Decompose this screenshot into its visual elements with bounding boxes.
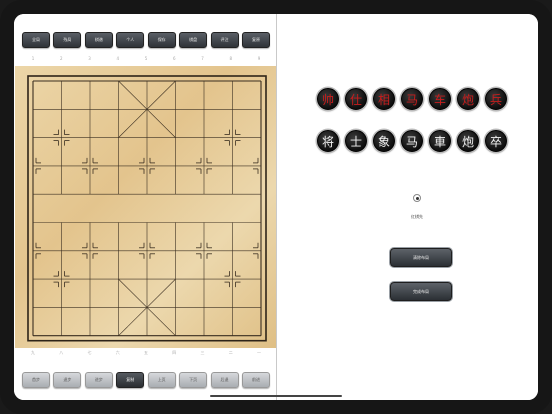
nav-button-forward[interactable]: 进步 — [84, 372, 113, 388]
coord-label: 2 — [59, 56, 63, 61]
board-grid — [27, 75, 267, 342]
toolbar-button-global[interactable]: 全局 — [22, 32, 50, 48]
coord-label: 四 — [172, 350, 177, 355]
black-piece-soldier[interactable]: 卒 — [485, 130, 507, 152]
file-coordinates-top: 1 2 3 4 5 6 7 8 9 — [22, 56, 270, 64]
nav-button-redo[interactable]: 前进 — [241, 372, 270, 388]
board-panel: 全局 残局 棋谱 个人 保存 棋盘 评注 复原 1 2 3 4 5 6 7 8 … — [14, 14, 276, 400]
coord-label: 二 — [228, 350, 233, 355]
toolbar-button-endgame[interactable]: 残局 — [53, 32, 82, 48]
coord-label: 7 — [201, 56, 204, 61]
coord-label: 七 — [87, 350, 92, 355]
red-piece-king[interactable]: 帅 — [317, 88, 339, 110]
first-move-radio[interactable] — [413, 194, 421, 202]
coord-label: 9 — [257, 56, 261, 61]
coord-label: 1 — [31, 56, 35, 61]
nav-button-undo[interactable]: 后退 — [210, 372, 239, 388]
nav-button-next-page[interactable]: 下页 — [179, 372, 208, 388]
black-piece-general[interactable]: 将 — [317, 130, 339, 152]
red-piece-soldier[interactable]: 兵 — [485, 88, 507, 110]
coord-label: 九 — [31, 350, 35, 355]
xiangqi-board[interactable] — [15, 66, 276, 348]
red-piece-advisor[interactable]: 仕 — [345, 88, 367, 110]
coord-label: 5 — [144, 56, 148, 61]
first-move-label: 红棋先 — [411, 214, 423, 219]
black-piece-cannon[interactable]: 炮 — [457, 130, 479, 152]
black-piece-chariot[interactable]: 車 — [429, 130, 451, 152]
coord-label: 6 — [172, 56, 176, 61]
red-piece-elephant[interactable]: 相 — [373, 88, 395, 110]
nav-button-copy[interactable]: 复制 — [116, 372, 145, 388]
black-piece-elephant[interactable]: 象 — [373, 130, 395, 152]
nav-button-prev-page[interactable]: 上页 — [147, 372, 176, 388]
toolbar-button-save[interactable]: 保存 — [147, 32, 176, 48]
red-piece-chariot[interactable]: 车 — [429, 88, 451, 110]
toolbar-button-records[interactable]: 棋谱 — [84, 32, 113, 48]
app-screen: 全局 残局 棋谱 个人 保存 棋盘 评注 复原 1 2 3 4 5 6 7 8 … — [14, 14, 538, 400]
coord-label: 4 — [116, 56, 120, 61]
bottom-toolbar: 首步 退步 进步 复制 上页 下页 后退 前进 — [22, 370, 270, 388]
coord-label: 六 — [115, 350, 120, 355]
red-piece-horse[interactable]: 马 — [401, 88, 423, 110]
toolbar-button-board[interactable]: 棋盘 — [179, 32, 208, 48]
clear-layout-button[interactable]: 清除布局 — [390, 248, 452, 267]
coord-label: 五 — [144, 350, 148, 355]
black-piece-advisor[interactable]: 士 — [345, 130, 367, 152]
coord-label: 3 — [88, 56, 91, 61]
coord-label: 一 — [257, 350, 261, 355]
toolbar-button-personal[interactable]: 个人 — [116, 32, 145, 48]
toolbar-button-restore[interactable]: 复原 — [241, 32, 270, 48]
nav-button-back[interactable]: 退步 — [53, 372, 82, 388]
red-piece-cannon[interactable]: 炮 — [457, 88, 479, 110]
nav-button-first[interactable]: 首步 — [22, 372, 50, 388]
coord-label: 八 — [59, 350, 64, 355]
tablet-frame: 全局 残局 棋谱 个人 保存 棋盘 评注 复原 1 2 3 4 5 6 7 8 … — [0, 0, 552, 414]
black-piece-horse[interactable]: 马 — [401, 130, 423, 152]
top-toolbar: 全局 残局 棋谱 个人 保存 棋盘 评注 复原 — [22, 30, 270, 48]
finish-layout-button[interactable]: 完成布局 — [390, 282, 452, 301]
toolbar-button-comment[interactable]: 评注 — [210, 32, 239, 48]
coord-label: 三 — [200, 350, 205, 355]
setup-panel: 帅 仕 相 马 车 炮 兵 将 士 象 马 車 炮 卒 红棋先 清除布局 完成布… — [277, 14, 538, 400]
coord-label: 8 — [229, 56, 233, 61]
file-coordinates-bottom: 九 八 七 六 五 四 三 二 一 — [22, 350, 270, 358]
home-indicator[interactable] — [210, 395, 342, 397]
